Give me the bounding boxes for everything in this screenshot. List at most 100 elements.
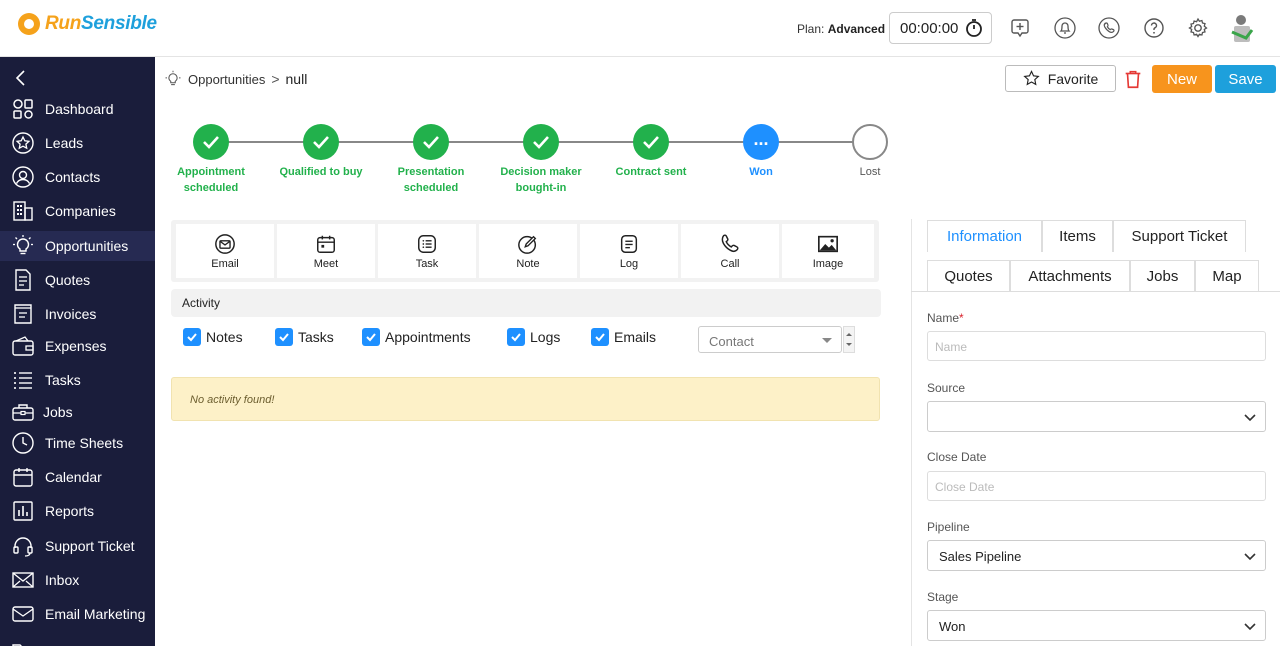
sidebar-item-label: Dashboard	[45, 101, 114, 117]
delete-button[interactable]	[1122, 68, 1144, 90]
gear-icon[interactable]	[1186, 16, 1210, 40]
sidebar-item-support-ticket[interactable]: Support Ticket	[0, 531, 155, 561]
filter-logs[interactable]: Logs	[507, 328, 560, 346]
plus-notification-icon[interactable]	[1008, 16, 1032, 40]
close-date-label: Close Date	[927, 450, 987, 464]
pipeline-select[interactable]: Sales Pipeline	[927, 540, 1266, 571]
sidebar-item-reports[interactable]: Reports	[0, 496, 155, 526]
pipeline-stage-lost[interactable]: Lost	[815, 124, 925, 180]
tab-divider	[911, 291, 1280, 292]
sidebar-item-quotes[interactable]: Quotes	[0, 265, 155, 295]
pipeline-stage-won[interactable]: ... Won	[706, 124, 816, 180]
filter-notes[interactable]: Notes	[183, 328, 243, 346]
invoice-icon	[11, 302, 35, 326]
sidebar-item-dashboard[interactable]: Dashboard	[0, 94, 155, 124]
checkbox-checked-icon[interactable]	[591, 328, 609, 346]
pipeline-stage-qualified-to-buy[interactable]: Qualified to buy	[266, 124, 376, 180]
dashboard-icon	[11, 97, 35, 121]
contact-select[interactable]: Contact	[698, 326, 842, 353]
breadcrumb-separator: >	[271, 71, 280, 87]
collapse-sidebar-icon[interactable]	[14, 69, 28, 87]
task-action-button[interactable]: Task	[378, 224, 476, 278]
sidebar-item-label: Support Ticket	[45, 538, 135, 554]
filter-appointments[interactable]: Appointments	[362, 328, 471, 346]
ellipsis-icon: ...	[743, 124, 779, 160]
stage-select[interactable]: Won	[927, 610, 1266, 641]
sidebar-item-tasks[interactable]: Tasks	[0, 365, 155, 395]
save-button[interactable]: Save	[1215, 65, 1276, 93]
tab-items[interactable]: Items	[1042, 220, 1113, 252]
sidebar: Dashboard Leads Contacts Companies Oppor…	[0, 57, 155, 647]
pipeline-stage-appointment-scheduled[interactable]: Appointment scheduled	[156, 124, 266, 196]
mail-icon	[11, 568, 35, 592]
checkbox-checked-icon[interactable]	[362, 328, 380, 346]
timer-display[interactable]: 00:00:00	[889, 12, 992, 44]
sidebar-item-expenses[interactable]: Expenses	[0, 331, 155, 361]
tab-map[interactable]: Map	[1195, 260, 1259, 292]
brand-part2: Sensible	[81, 13, 157, 34]
favorite-button[interactable]: Favorite	[1005, 65, 1116, 92]
meet-action-button[interactable]: Meet	[277, 224, 375, 278]
contact-icon	[11, 165, 35, 189]
pipeline-stage-decision-maker[interactable]: Decision maker bought-in	[486, 124, 596, 196]
contact-spinner[interactable]	[843, 326, 855, 353]
dropdown-arrow-icon	[822, 338, 832, 343]
phone-icon	[719, 233, 741, 255]
phone-header-icon[interactable]	[1097, 16, 1121, 40]
toolbox-icon	[11, 400, 35, 424]
sidebar-item-email-marketing[interactable]: Email Marketing	[0, 599, 155, 629]
document-icon	[11, 268, 35, 292]
action-label: Meet	[313, 257, 339, 270]
call-action-button[interactable]: Call	[681, 224, 779, 278]
image-action-button[interactable]: Image	[782, 224, 874, 278]
sidebar-item-label: Quotes	[45, 272, 91, 288]
sidebar-item-label: Inbox	[45, 572, 80, 588]
sidebar-item-jobs[interactable]: Jobs	[0, 397, 155, 427]
tab-support-ticket[interactable]: Support Ticket	[1113, 220, 1246, 252]
name-input[interactable]: Name	[927, 331, 1266, 361]
filter-emails[interactable]: Emails	[591, 328, 656, 346]
action-label: Call	[720, 257, 740, 270]
user-avatar-icon[interactable]	[1228, 12, 1256, 44]
clock-icon	[11, 431, 35, 455]
close-date-input[interactable]: Close Date	[927, 471, 1266, 501]
runsensible-logo[interactable]: RunSensible	[18, 13, 157, 35]
bell-icon[interactable]	[1053, 16, 1077, 40]
sidebar-item-leads[interactable]: Leads	[0, 128, 155, 158]
email-marketing-icon	[11, 602, 35, 626]
log-action-button[interactable]: Log	[580, 224, 678, 278]
tab-quotes[interactable]: Quotes	[927, 260, 1010, 292]
pipeline-stage-presentation-scheduled[interactable]: Presentation scheduled	[376, 124, 486, 196]
filter-label: Notes	[206, 329, 243, 345]
report-icon	[11, 499, 35, 523]
sidebar-item-opportunities[interactable]: Opportunities	[0, 231, 155, 261]
sidebar-item-label: Companies	[45, 203, 116, 219]
list-icon	[11, 368, 35, 392]
plan-value: Advanced	[827, 22, 886, 36]
pipeline-stage-contract-sent[interactable]: Contract sent	[596, 124, 706, 180]
checkbox-checked-icon[interactable]	[183, 328, 201, 346]
sidebar-item-inbox[interactable]: Inbox	[0, 565, 155, 595]
tab-information[interactable]: Information	[927, 220, 1042, 252]
building-icon	[11, 199, 35, 223]
tab-attachments[interactable]: Attachments	[1010, 260, 1130, 292]
breadcrumb-section[interactable]: Opportunities	[188, 72, 265, 87]
tab-jobs[interactable]: Jobs	[1130, 260, 1195, 292]
activity-header: Activity	[171, 289, 881, 317]
help-icon[interactable]	[1142, 16, 1166, 40]
email-action-button[interactable]: Email	[176, 224, 274, 278]
stopwatch-icon[interactable]	[964, 18, 984, 38]
sidebar-item-invoices[interactable]: Invoices	[0, 299, 155, 329]
sidebar-item-calendar[interactable]: Calendar	[0, 462, 155, 492]
sidebar-item-time-sheets[interactable]: Time Sheets	[0, 428, 155, 458]
filter-tasks[interactable]: Tasks	[275, 328, 334, 346]
checkbox-checked-icon[interactable]	[275, 328, 293, 346]
source-select[interactable]	[927, 401, 1266, 432]
check-icon	[193, 124, 229, 160]
note-action-button[interactable]: Note	[479, 224, 577, 278]
checkbox-checked-icon[interactable]	[507, 328, 525, 346]
new-button[interactable]: New	[1152, 65, 1212, 93]
sidebar-item-contacts[interactable]: Contacts	[0, 162, 155, 192]
sidebar-item-companies[interactable]: Companies	[0, 196, 155, 226]
sidebar-item-more[interactable]	[0, 635, 155, 647]
